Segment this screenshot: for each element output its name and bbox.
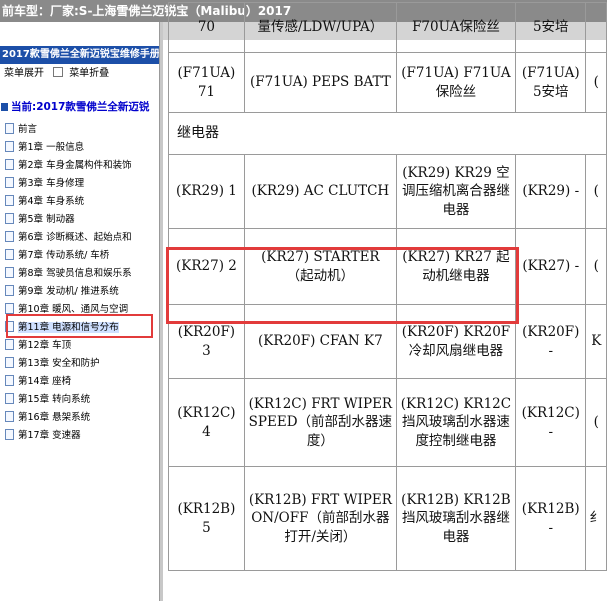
- tree-item-label: 第4章 车身系统: [18, 196, 85, 207]
- tree-item[interactable]: 第12章 车顶: [0, 337, 159, 355]
- document-icon: [5, 177, 14, 188]
- tree-item[interactable]: 第7章 传动系统/ 车桥: [0, 247, 159, 265]
- tree-item-label: 第5章 制动器: [18, 214, 75, 225]
- table-row: (KR29) 1 (KR29) AC CLUTCH (KR29) KR29 空调压缩…: [168, 154, 607, 229]
- tree-item[interactable]: 第15章 转向系统: [0, 391, 159, 409]
- tree-item[interactable]: 第8章 驾驶员信息和娱乐系: [0, 265, 159, 283]
- selected-chapter-highlight: [6, 314, 153, 338]
- table-cell: (KR12B) -: [515, 466, 587, 571]
- table-cell: (: [585, 154, 607, 229]
- table-row: (KR12B) 5 (KR12B) FRT WIPER ON/OFF（前部刮水器打…: [168, 466, 607, 571]
- table-cell: 量传感/LDW/UPA）: [243, 2, 397, 53]
- collapse-menu-button[interactable]: 菜单折叠: [69, 68, 109, 79]
- table-cell: (: [585, 228, 607, 305]
- document-icon: [5, 267, 14, 278]
- tree-item-label: 第1章 一般信息: [18, 142, 85, 153]
- tree-item[interactable]: 第14章 座椅: [0, 373, 159, 391]
- tree-item[interactable]: 第4章 车身系统: [0, 193, 159, 211]
- table-cell: (KR12B) KR12B挡风玻璃刮水器继电器: [395, 466, 517, 571]
- table-cell: 5安培: [515, 2, 587, 53]
- tree-item[interactable]: 第16章 悬架系统: [0, 409, 159, 427]
- tree-item[interactable]: 第2章 车身金属构件和装饰: [0, 157, 159, 175]
- table-cell: K: [585, 304, 607, 379]
- highlighted-row-box: [166, 247, 519, 324]
- table-cell: (KR12C) KR12C挡风玻璃刮水器速度控制继电器: [395, 378, 517, 467]
- tree-item[interactable]: 第3章 车身修理: [0, 175, 159, 193]
- table-cell: (F71UA) PEPS BATT: [243, 52, 397, 113]
- table-cell: [585, 2, 607, 53]
- document-icon: [5, 393, 14, 404]
- document-icon: [5, 231, 14, 242]
- tree-item-label: 第13章 安全和防护: [18, 358, 100, 369]
- table-cell: (KR29) -: [515, 154, 587, 229]
- table-cell: (F71UA) 5安培: [515, 52, 587, 113]
- tree-item-label: 前言: [18, 124, 38, 135]
- table-cell: (KR29) KR29 空调压缩机离合器继电器: [395, 154, 517, 229]
- document-icon: [5, 429, 14, 440]
- tree-item[interactable]: 第1章 一般信息: [0, 139, 159, 157]
- tree-item-label: 第12章 车顶: [18, 340, 72, 351]
- table-cell: (KR12C) 4: [168, 378, 245, 467]
- tree-item-label: 第2章 车身金属构件和装饰: [18, 160, 132, 171]
- pane-splitter[interactable]: [159, 22, 163, 601]
- document-icon: [5, 303, 14, 314]
- tree-item-label: 第15章 转向系统: [18, 394, 91, 405]
- tree-item[interactable]: 前言: [0, 121, 159, 139]
- table-cell: (F71UA) 71: [168, 52, 245, 113]
- document-icon: [5, 123, 14, 134]
- tree-item[interactable]: 第6章 诊断概述、起始点和: [0, 229, 159, 247]
- table-row: 70 量传感/LDW/UPA） F70UA保险丝 5安培: [168, 2, 607, 53]
- table-cell: 70: [168, 2, 245, 53]
- table-row: (F71UA) 71 (F71UA) PEPS BATT (F71UA) F71UA…: [168, 52, 607, 113]
- table-cell: 纟: [585, 466, 607, 571]
- document-icon: [5, 285, 14, 296]
- table-row: (KR12C) 4 (KR12C) FRT WIPER SPEED（前部刮水器速度…: [168, 378, 607, 467]
- table-cell: (KR12C) FRT WIPER SPEED（前部刮水器速度）: [243, 378, 397, 467]
- table-cell: (KR12C) -: [515, 378, 587, 467]
- table-cell: (KR12B) 5: [168, 466, 245, 571]
- current-location: 当前:2017款雪佛兰全新迈锐: [0, 99, 159, 115]
- document-icon: [5, 411, 14, 422]
- tree-item-label: 第6章 诊断概述、起始点和: [18, 232, 132, 243]
- document-icon: [5, 249, 14, 260]
- tree-item-label: 第3章 车身修理: [18, 178, 85, 189]
- table-cell: (KR20F) -: [515, 304, 587, 379]
- chapter-tree: 前言 第1章 一般信息 第2章 车身金属构件和装饰 第3章 车身修理 第4章 车身系统第…: [0, 121, 159, 445]
- tree-item-label: 第17章 变速器: [18, 430, 81, 441]
- document-icon: [5, 213, 14, 224]
- tree-item-label: 第16章 悬架系统: [18, 412, 91, 423]
- document-icon: [5, 159, 14, 170]
- document-icon: [5, 339, 14, 350]
- table-cell: F70UA保险丝: [395, 2, 517, 53]
- tree-item[interactable]: 第5章 制动器: [0, 211, 159, 229]
- table-cell: (KR29) 1: [168, 154, 245, 229]
- tree-item[interactable]: 第13章 安全和防护: [0, 355, 159, 373]
- table-cell: (F71UA) F71UA保险丝: [395, 52, 517, 113]
- table-cell: (: [585, 52, 607, 113]
- manual-title: 2017款雪佛兰全新迈锐宝维修手册: [0, 46, 159, 64]
- tree-item-label: 第9章 发动机/ 推进系统: [18, 286, 119, 297]
- tree-item-label: 第14章 座椅: [18, 376, 72, 387]
- table-cell: (KR12B) FRT WIPER ON/OFF（前部刮水器打开/关闭）: [243, 466, 397, 571]
- book-icon: [1, 103, 8, 111]
- tree-item-label: 第8章 驾驶员信息和娱乐系: [18, 268, 132, 279]
- table-cell: (: [585, 378, 607, 467]
- expand-menu-button[interactable]: 菜单展开: [4, 68, 44, 79]
- section-header: 继电器: [168, 112, 607, 155]
- tree-item[interactable]: 第9章 发动机/ 推进系统: [0, 283, 159, 301]
- tree-item-label: 第7章 传动系统/ 车桥: [18, 250, 110, 261]
- document-icon: [5, 375, 14, 386]
- tree-toolbar: 菜单展开 菜单折叠: [0, 66, 159, 82]
- tree-item[interactable]: 第17章 变速器: [0, 427, 159, 445]
- document-icon: [5, 141, 14, 152]
- document-icon: [5, 195, 14, 206]
- document-icon: [5, 357, 14, 368]
- collapse-icon: [53, 67, 64, 77]
- table-cell: (KR27) -: [515, 228, 587, 305]
- table-row: 继电器: [168, 112, 607, 155]
- current-location-label: 当前:2017款雪佛兰全新迈锐: [11, 101, 150, 113]
- table-cell: (KR29) AC CLUTCH: [243, 154, 397, 229]
